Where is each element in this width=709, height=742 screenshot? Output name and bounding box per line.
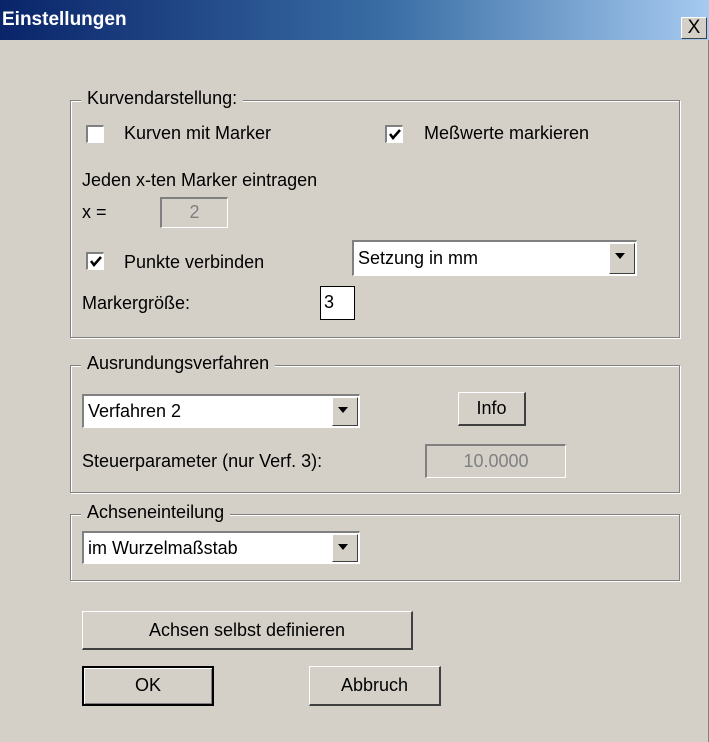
checkmark-icon (90, 256, 102, 267)
dialog-title: Einstellungen (2, 9, 127, 30)
verfahren-select[interactable]: Verfahren 2 (82, 394, 360, 428)
marker-checkbox[interactable] (86, 125, 104, 143)
cancel-button[interactable]: Abbruch (309, 666, 441, 706)
steuerparameter-input[interactable]: 10.0000 (425, 444, 566, 478)
steuerparameter-label: Steuerparameter (nur Verf. 3): (82, 451, 323, 471)
ok-button[interactable]: OK (82, 666, 214, 706)
group-ausrundungsverfahren: Ausrundungsverfahren (70, 353, 680, 493)
chevron-down-icon[interactable] (609, 243, 635, 274)
x-input-value: 2 (189, 202, 200, 222)
verfahren-select-value: Verfahren 2 (88, 401, 182, 421)
axis-scale-select[interactable]: im Wurzelmaßstab (82, 531, 360, 564)
info-button[interactable]: Info (458, 392, 526, 426)
messwerte-checkbox-label: Meßwerte markieren (424, 123, 590, 143)
group-legend-ausrundungsverfahren: Ausrundungsverfahren (81, 353, 276, 374)
messwerte-checkbox[interactable] (385, 125, 403, 143)
group-legend-kurvendarstellung: Kurvendarstellung: (81, 88, 244, 109)
markersize-label: Markergröße: (82, 293, 191, 313)
x-input[interactable]: 2 (160, 197, 228, 228)
punkte-checkbox[interactable] (86, 252, 104, 270)
punkte-checkbox-label: Punkte verbinden (124, 252, 265, 272)
close-icon: X (687, 17, 701, 38)
steuerparameter-input-value: 10.0000 (463, 451, 529, 471)
setzung-select-value: Setzung in mm (358, 248, 479, 268)
every-nth-marker-label: Jeden x-ten Marker eintragen (82, 170, 318, 190)
chevron-down-icon[interactable] (332, 534, 358, 562)
chevron-down-icon[interactable] (332, 397, 358, 426)
close-button[interactable]: X (681, 17, 707, 39)
x-label: x = (82, 202, 107, 222)
marker-checkbox-label: Kurven mit Marker (124, 123, 272, 143)
markersize-input[interactable]: 3 (320, 286, 355, 320)
title-bar[interactable]: Einstellungen X (0, 0, 709, 40)
define-axes-button[interactable]: Achsen selbst definieren (82, 611, 413, 650)
settings-dialog: Einstellungen X Kurvendarstellung: Kurve… (0, 0, 709, 742)
setzung-select[interactable]: Setzung in mm (352, 240, 637, 276)
group-legend-achseneinteilung: Achseneinteilung (81, 502, 231, 523)
markersize-input-value: 3 (324, 292, 335, 312)
checkmark-icon (389, 129, 401, 140)
axis-scale-select-value: im Wurzelmaßstab (88, 538, 238, 558)
